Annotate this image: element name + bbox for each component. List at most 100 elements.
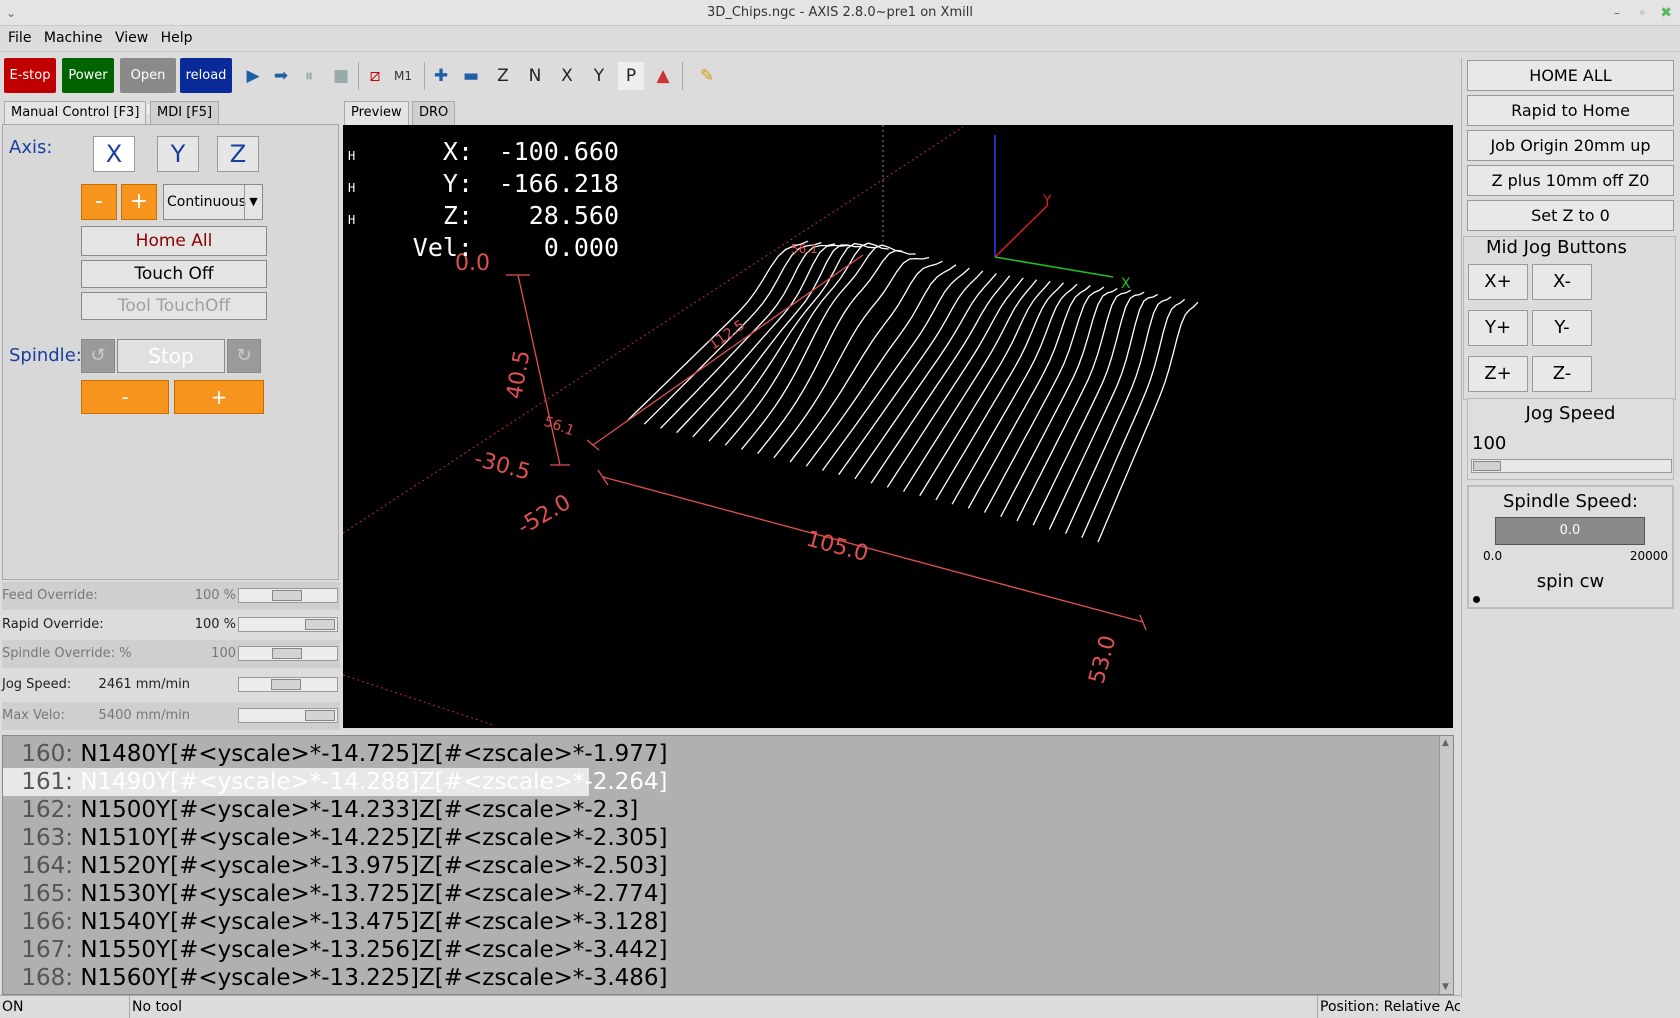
- increment-value: Continuous: [167, 194, 247, 210]
- gcode-listing[interactable]: 160: N1480Y[#<yscale>*-14.725]Z[#<zscale…: [2, 735, 1454, 995]
- position-status: Position: Relative Ac: [1320, 999, 1460, 1015]
- max-velocity-slider[interactable]: [238, 708, 338, 723]
- jog-speed-value: 2461 mm/min: [98, 677, 190, 692]
- code-scrollbar[interactable]: ▲ ▼: [1439, 736, 1453, 994]
- view-z-icon[interactable]: Z: [490, 62, 516, 90]
- tab-preview[interactable]: Preview: [344, 101, 409, 125]
- increment-select[interactable]: Continuous ▼: [163, 184, 263, 220]
- slider-knob[interactable]: [272, 590, 302, 601]
- jog-z-plus-button[interactable]: Z+: [1468, 356, 1528, 392]
- tab-manual-control[interactable]: Manual Control [F3]: [4, 101, 147, 125]
- spindle-slower-button[interactable]: -: [81, 380, 169, 414]
- toolpath-pass: [983, 286, 1105, 513]
- toolbar: E-stop Power Open file reload ▶ ➡ ⏸ ■ ⧄ …: [0, 52, 1460, 118]
- jog-speed-scale[interactable]: [1471, 459, 1672, 473]
- view-z2-icon[interactable]: N: [522, 62, 548, 90]
- spindle-speed-bar: 0.0: [1495, 517, 1645, 545]
- spindle-override-slider[interactable]: [238, 646, 338, 661]
- jog-plus-button[interactable]: +: [121, 184, 157, 220]
- rapid-to-home-button[interactable]: Rapid to Home: [1467, 95, 1674, 126]
- scroll-down-icon[interactable]: ▼: [1442, 982, 1449, 992]
- line-number: 161:: [21, 769, 73, 795]
- jog-y-minus-button[interactable]: Y-: [1532, 310, 1592, 346]
- dim-label: 40.5: [502, 348, 535, 401]
- overrides-panel: Feed Override: 100 % Rapid Override: 100…: [0, 582, 340, 732]
- menu-file[interactable]: File: [8, 26, 31, 50]
- tab-dro[interactable]: DRO: [412, 101, 456, 125]
- slider-knob[interactable]: [272, 648, 302, 659]
- code-line-current[interactable]: 161: N1490Y[#<yscale>*-14.288]Z[#<zscale…: [3, 768, 668, 796]
- toggle-tool-icon[interactable]: ▲: [650, 62, 676, 90]
- open-file-button[interactable]: Open file: [120, 58, 176, 118]
- step-icon[interactable]: ➡: [268, 62, 294, 90]
- jog-z-minus-button[interactable]: Z-: [1532, 356, 1592, 392]
- code-line[interactable]: 165: N1530Y[#<yscale>*-13.725]Z[#<zscale…: [3, 880, 1435, 908]
- estop-button[interactable]: E-stop: [4, 58, 56, 93]
- code-line[interactable]: 168: N1560Y[#<yscale>*-13.225]Z[#<zscale…: [3, 964, 1435, 992]
- spindle-ccw-icon[interactable]: ↺: [81, 339, 115, 373]
- axis-z-button[interactable]: Z: [217, 136, 259, 172]
- title-bar: ⌄ 3D_Chips.ngc - AXIS 2.8.0~pre1 on Xmil…: [0, 0, 1680, 26]
- spindle-faster-button[interactable]: +: [174, 380, 264, 414]
- code-line[interactable]: 167: N1550Y[#<yscale>*-13.256]Z[#<zscale…: [3, 936, 1435, 964]
- axis-x-button[interactable]: X: [93, 136, 135, 172]
- job-origin-button[interactable]: Job Origin 20mm up: [1467, 130, 1674, 161]
- slider-knob[interactable]: [305, 619, 335, 630]
- slider-knob[interactable]: [305, 710, 335, 721]
- code-line[interactable]: 166: N1540Y[#<yscale>*-13.475]Z[#<zscale…: [3, 908, 1435, 936]
- code-line[interactable]: 160: N1480Y[#<yscale>*-14.725]Z[#<zscale…: [3, 740, 1435, 768]
- home-all-macro-button[interactable]: HOME ALL: [1467, 60, 1674, 91]
- zoom-out-icon[interactable]: ▬: [458, 62, 484, 90]
- rapid-override-slider[interactable]: [238, 617, 338, 632]
- view-perspective-icon[interactable]: P: [618, 62, 644, 90]
- spindle-direction-label: spin cw: [1536, 571, 1605, 592]
- feed-override-row: Feed Override: 100 %: [2, 582, 340, 610]
- jog-x-minus-button[interactable]: X-: [1532, 264, 1592, 300]
- dim-label: 56.1: [791, 242, 818, 256]
- menu-help[interactable]: Help: [161, 26, 193, 50]
- stop-icon[interactable]: ■: [328, 62, 354, 90]
- toolpath-preview[interactable]: 0.0 40.5 -30.5 -52.0 105.0 53.0 112.5 56…: [343, 125, 1453, 728]
- reload-button[interactable]: reload: [180, 58, 232, 93]
- jog-speed-slider[interactable]: [238, 677, 338, 692]
- view-y-icon[interactable]: Y: [586, 62, 612, 90]
- spindle-override-value: 100: [211, 646, 236, 661]
- close-icon[interactable]: ✖: [1660, 0, 1672, 26]
- spindle-cw-icon[interactable]: ↻: [227, 339, 261, 373]
- feed-override-slider[interactable]: [238, 588, 338, 603]
- maximize-icon[interactable]: ◦: [1639, 0, 1646, 26]
- scroll-up-icon[interactable]: ▲: [1442, 738, 1449, 748]
- axis-y-button[interactable]: Y: [157, 136, 199, 172]
- toolpath-lines: [627, 240, 1199, 543]
- code-line[interactable]: 162: N1500Y[#<yscale>*-14.233]Z[#<zscale…: [3, 796, 1435, 824]
- view-x-icon[interactable]: X: [554, 62, 580, 90]
- toolpath-pass: [676, 244, 849, 434]
- jog-speed-knob[interactable]: [1473, 461, 1501, 471]
- slider-knob[interactable]: [270, 679, 301, 690]
- toolpath-pass: [902, 279, 1038, 492]
- code-line[interactable]: 163: N1510Y[#<yscale>*-14.225]Z[#<zscale…: [3, 824, 1435, 852]
- status-bar: ON No tool Position: Relative Ac: [0, 995, 1460, 1018]
- run-icon[interactable]: ▶: [240, 62, 266, 90]
- minimize-icon[interactable]: –: [1614, 0, 1620, 26]
- pause-icon[interactable]: ⏸: [296, 62, 322, 90]
- zoom-in-icon[interactable]: ✚: [428, 62, 454, 90]
- touch-off-button[interactable]: Touch Off: [81, 260, 267, 288]
- tab-mdi[interactable]: MDI [F5]: [150, 101, 220, 125]
- block-delete-icon[interactable]: ⧄: [362, 62, 388, 90]
- jog-x-plus-button[interactable]: X+: [1468, 264, 1528, 300]
- code-line[interactable]: 164: N1520Y[#<yscale>*-13.975]Z[#<zscale…: [3, 852, 1435, 880]
- jog-y-plus-button[interactable]: Y+: [1468, 310, 1528, 346]
- tool-touchoff-button[interactable]: Tool TouchOff: [81, 292, 267, 320]
- home-all-button[interactable]: Home All: [81, 226, 267, 256]
- window-menu-icon[interactable]: ⌄: [6, 0, 16, 26]
- optional-stop-icon[interactable]: M1: [390, 62, 416, 90]
- jog-minus-button[interactable]: -: [81, 184, 117, 220]
- clear-backplot-icon[interactable]: ✎: [694, 62, 720, 90]
- z-plus-10mm-button[interactable]: Z plus 10mm off Z0: [1467, 165, 1674, 196]
- set-z-zero-button[interactable]: Set Z to 0: [1467, 200, 1674, 231]
- power-button[interactable]: Power: [62, 58, 114, 93]
- menu-machine[interactable]: Machine: [44, 26, 103, 50]
- menu-view[interactable]: View: [115, 26, 148, 50]
- spindle-stop-button[interactable]: Stop: [117, 339, 225, 373]
